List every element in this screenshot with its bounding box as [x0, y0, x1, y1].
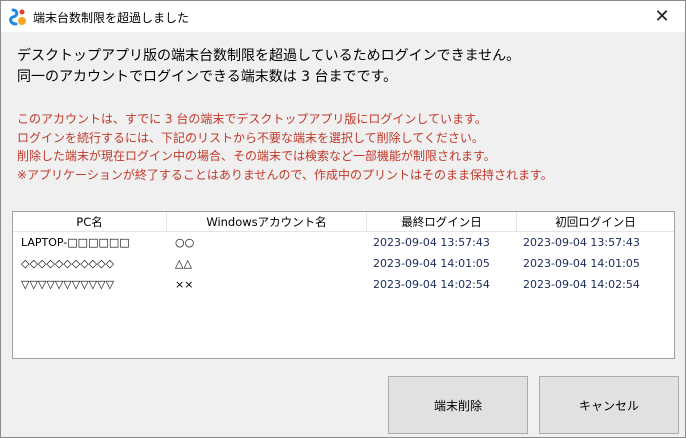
column-header-last-login[interactable]: 最終ログイン日 — [367, 212, 517, 231]
cell-pc-name: ◇◇◇◇◇◇◇◇◇◇◇ — [21, 257, 115, 270]
cell-windows-account: ×× — [175, 278, 194, 291]
main-message-line: デスクトップアプリ版の端末台数制限を超過しているためログインできません。 — [17, 48, 521, 64]
table-row[interactable]: LAPTOP-□□□□□□ ○○ 2023-09-04 13:57:43 202… — [13, 232, 674, 253]
main-message-line: 同一のアカウントでログインできる端末数は 3 台までです。 — [17, 69, 398, 85]
notice-line: 削除した端末が現在ログイン中の場合、その端末では検索など一部機能が制限されます。 — [17, 149, 496, 163]
cell-first-login: 2023-09-04 13:57:43 — [523, 236, 640, 249]
delete-device-button[interactable]: 端末削除 — [388, 376, 528, 434]
notice-line: ※アプリケーションが終了することはありませんので、作成中のプリントはそのまま保持… — [17, 167, 553, 182]
cell-last-login: 2023-09-04 14:02:54 — [373, 278, 490, 291]
cell-windows-account: △△ — [175, 257, 192, 270]
column-header-pc-name[interactable]: PC名 — [13, 212, 167, 231]
app-logo-icon — [9, 8, 26, 26]
cell-last-login: 2023-09-04 13:57:43 — [373, 236, 490, 249]
cell-windows-account: ○○ — [175, 236, 195, 249]
title-bar[interactable]: 端末台数制限を超過しました ✕ — [1, 1, 685, 32]
main-message: デスクトップアプリ版の端末台数制限を超過しているためログインできません。 同一の… — [17, 46, 520, 88]
dialog-window: 端末台数制限を超過しました ✕ デスクトップアプリ版の端末台数制限を超過している… — [0, 0, 686, 438]
dialog-content: デスクトップアプリ版の端末台数制限を超過しているためログインできません。 同一の… — [1, 32, 685, 437]
table-row[interactable]: ◇◇◇◇◇◇◇◇◇◇◇ △△ 2023-09-04 14:01:05 2023-… — [13, 253, 674, 274]
cell-first-login: 2023-09-04 14:02:54 — [523, 278, 640, 291]
close-button[interactable]: ✕ — [639, 1, 685, 32]
cell-pc-name: LAPTOP-□□□□□□ — [21, 236, 130, 249]
cell-pc-name: ▽▽▽▽▽▽▽▽▽▽▽ — [21, 278, 115, 291]
notice-message: このアカウントは、すでに 3 台の端末でデスクトップアプリ版にログインしています… — [17, 110, 553, 184]
notice-line: ログインを続行するには、下記のリストから不要な端末を選択して削除してください。 — [17, 130, 484, 145]
table-row[interactable]: ▽▽▽▽▽▽▽▽▽▽▽ ×× 2023-09-04 14:02:54 2023-… — [13, 274, 674, 295]
cancel-button[interactable]: キャンセル — [539, 376, 679, 434]
cell-first-login: 2023-09-04 14:01:05 — [523, 257, 640, 270]
device-list[interactable]: PC名 Windowsアカウント名 最終ログイン日 初回ログイン日 LAPTOP… — [12, 211, 675, 359]
column-header-windows-account[interactable]: Windowsアカウント名 — [167, 212, 367, 231]
notice-line: このアカウントは、すでに 3 台の端末でデスクトップアプリ版にログインしています… — [17, 112, 487, 126]
window-title: 端末台数制限を超過しました — [33, 11, 190, 25]
close-icon: ✕ — [654, 6, 670, 27]
device-list-header: PC名 Windowsアカウント名 最終ログイン日 初回ログイン日 — [13, 212, 674, 232]
column-header-first-login[interactable]: 初回ログイン日 — [517, 212, 674, 231]
cell-last-login: 2023-09-04 14:01:05 — [373, 257, 490, 270]
